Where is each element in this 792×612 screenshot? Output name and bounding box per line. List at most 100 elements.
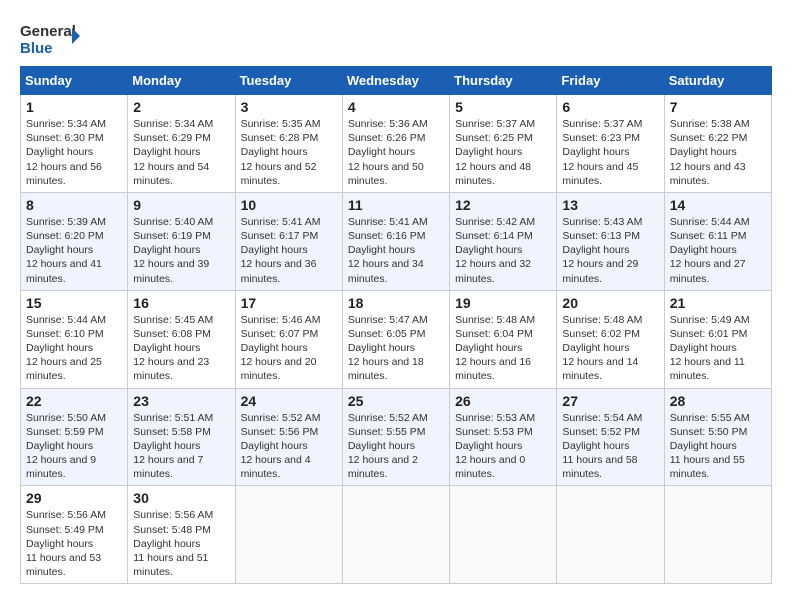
weekday-header-row: SundayMondayTuesdayWednesdayThursdayFrid… <box>21 67 772 95</box>
day-number: 19 <box>455 295 551 311</box>
calendar-cell <box>664 486 771 584</box>
calendar-cell <box>450 486 557 584</box>
weekday-header-sunday: Sunday <box>21 67 128 95</box>
day-number: 4 <box>348 99 444 115</box>
day-detail: Sunrise: 5:41 AMSunset: 6:17 PMDaylight … <box>241 215 337 286</box>
calendar-cell: 11Sunrise: 5:41 AMSunset: 6:16 PMDayligh… <box>342 192 449 290</box>
day-detail: Sunrise: 5:46 AMSunset: 6:07 PMDaylight … <box>241 313 337 384</box>
day-number: 28 <box>670 393 766 409</box>
day-detail: Sunrise: 5:34 AMSunset: 6:29 PMDaylight … <box>133 117 229 188</box>
day-detail: Sunrise: 5:44 AMSunset: 6:10 PMDaylight … <box>26 313 122 384</box>
weekday-header-tuesday: Tuesday <box>235 67 342 95</box>
calendar-cell <box>342 486 449 584</box>
day-detail: Sunrise: 5:48 AMSunset: 6:04 PMDaylight … <box>455 313 551 384</box>
calendar-cell: 9 Sunrise: 5:40 AMSunset: 6:19 PMDaylight… <box>128 192 235 290</box>
day-detail: Sunrise: 5:49 AMSunset: 6:01 PMDaylight … <box>670 313 766 384</box>
calendar-cell: 12 Sunrise: 5:42 AMSunset: 6:14 PMDayligh… <box>450 192 557 290</box>
day-number: 24 <box>241 393 337 409</box>
weekday-header-thursday: Thursday <box>450 67 557 95</box>
calendar-cell: 1Sunrise: 5:34 AMSunset: 6:30 PMDaylight… <box>21 95 128 193</box>
calendar-cell: 26Sunrise: 5:53 AMSunset: 5:53 PMDayligh… <box>450 388 557 486</box>
day-detail: Sunrise: 5:53 AMSunset: 5:53 PMDaylight … <box>455 411 551 482</box>
calendar-table: SundayMondayTuesdayWednesdayThursdayFrid… <box>20 66 772 584</box>
calendar-cell: 17 Sunrise: 5:46 AMSunset: 6:07 PMDayligh… <box>235 290 342 388</box>
day-detail: Sunrise: 5:51 AMSunset: 5:58 PMDaylight … <box>133 411 229 482</box>
day-number: 23 <box>133 393 229 409</box>
calendar-cell: 4 Sunrise: 5:36 AMSunset: 6:26 PMDaylight… <box>342 95 449 193</box>
calendar-cell: 19 Sunrise: 5:48 AMSunset: 6:04 PMDayligh… <box>450 290 557 388</box>
calendar-cell: 3 Sunrise: 5:35 AMSunset: 6:28 PMDaylight… <box>235 95 342 193</box>
calendar-cell: 30 Sunrise: 5:56 AMSunset: 5:48 PMDayligh… <box>128 486 235 584</box>
day-detail: Sunrise: 5:42 AMSunset: 6:14 PMDaylight … <box>455 215 551 286</box>
day-detail: Sunrise: 5:47 AMSunset: 6:05 PMDaylight … <box>348 313 444 384</box>
day-detail: Sunrise: 5:54 AMSunset: 5:52 PMDaylight … <box>562 411 658 482</box>
day-detail: Sunrise: 5:52 AMSunset: 5:55 PMDaylight … <box>348 411 444 482</box>
week-row-2: 8 Sunrise: 5:39 AMSunset: 6:20 PMDaylight… <box>21 192 772 290</box>
day-number: 25 <box>348 393 444 409</box>
day-number: 27 <box>562 393 658 409</box>
day-number: 9 <box>133 197 229 213</box>
calendar-cell: 16 Sunrise: 5:45 AMSunset: 6:08 PMDayligh… <box>128 290 235 388</box>
weekday-header-saturday: Saturday <box>664 67 771 95</box>
calendar-cell: 25 Sunrise: 5:52 AMSunset: 5:55 PMDayligh… <box>342 388 449 486</box>
day-number: 29 <box>26 490 122 506</box>
day-detail: Sunrise: 5:38 AMSunset: 6:22 PMDaylight … <box>670 117 766 188</box>
day-number: 20 <box>562 295 658 311</box>
calendar-cell <box>557 486 664 584</box>
svg-text:General: General <box>20 23 76 40</box>
calendar-cell: 20 Sunrise: 5:48 AMSunset: 6:02 PMDayligh… <box>557 290 664 388</box>
day-detail: Sunrise: 5:50 AMSunset: 5:59 PMDaylight … <box>26 411 122 482</box>
svg-text:Blue: Blue <box>20 40 53 56</box>
day-detail: Sunrise: 5:56 AMSunset: 5:49 PMDaylight … <box>26 508 122 579</box>
calendar-cell: 6 Sunrise: 5:37 AMSunset: 6:23 PMDaylight… <box>557 95 664 193</box>
calendar-cell: 28 Sunrise: 5:55 AMSunset: 5:50 PMDayligh… <box>664 388 771 486</box>
day-number: 3 <box>241 99 337 115</box>
calendar-cell: 23 Sunrise: 5:51 AMSunset: 5:58 PMDayligh… <box>128 388 235 486</box>
day-number: 13 <box>562 197 658 213</box>
day-number: 10 <box>241 197 337 213</box>
day-detail: Sunrise: 5:52 AMSunset: 5:56 PMDaylight … <box>241 411 337 482</box>
day-detail: Sunrise: 5:41 AMSunset: 6:16 PMDaylight … <box>348 215 444 286</box>
day-number: 2 <box>133 99 229 115</box>
day-detail: Sunrise: 5:56 AMSunset: 5:48 PMDaylight … <box>133 508 229 579</box>
day-number: 22 <box>26 393 122 409</box>
logo-svg: General Blue <box>20 20 80 56</box>
calendar-cell <box>235 486 342 584</box>
day-detail: Sunrise: 5:55 AMSunset: 5:50 PMDaylight … <box>670 411 766 482</box>
day-number: 21 <box>670 295 766 311</box>
day-number: 17 <box>241 295 337 311</box>
day-number: 1 <box>26 99 122 115</box>
day-number: 18 <box>348 295 444 311</box>
calendar-cell: 14 Sunrise: 5:44 AMSunset: 6:11 PMDayligh… <box>664 192 771 290</box>
day-detail: Sunrise: 5:44 AMSunset: 6:11 PMDaylight … <box>670 215 766 286</box>
day-detail: Sunrise: 5:48 AMSunset: 6:02 PMDaylight … <box>562 313 658 384</box>
weekday-header-friday: Friday <box>557 67 664 95</box>
calendar-cell: 5Sunrise: 5:37 AMSunset: 6:25 PMDaylight… <box>450 95 557 193</box>
day-detail: Sunrise: 5:39 AMSunset: 6:20 PMDaylight … <box>26 215 122 286</box>
day-detail: Sunrise: 5:37 AMSunset: 6:23 PMDaylight … <box>562 117 658 188</box>
calendar-cell: 24 Sunrise: 5:52 AMSunset: 5:56 PMDayligh… <box>235 388 342 486</box>
day-detail: Sunrise: 5:45 AMSunset: 6:08 PMDaylight … <box>133 313 229 384</box>
calendar-cell: 13Sunrise: 5:43 AMSunset: 6:13 PMDayligh… <box>557 192 664 290</box>
week-row-5: 29 Sunrise: 5:56 AMSunset: 5:49 PMDayligh… <box>21 486 772 584</box>
week-row-1: 1Sunrise: 5:34 AMSunset: 6:30 PMDaylight… <box>21 95 772 193</box>
calendar-cell: 21 Sunrise: 5:49 AMSunset: 6:01 PMDayligh… <box>664 290 771 388</box>
day-number: 16 <box>133 295 229 311</box>
day-detail: Sunrise: 5:40 AMSunset: 6:19 PMDaylight … <box>133 215 229 286</box>
day-detail: Sunrise: 5:36 AMSunset: 6:26 PMDaylight … <box>348 117 444 188</box>
page-header: General Blue <box>20 20 772 56</box>
day-number: 12 <box>455 197 551 213</box>
weekday-header-wednesday: Wednesday <box>342 67 449 95</box>
day-number: 5 <box>455 99 551 115</box>
calendar-cell: 15Sunrise: 5:44 AMSunset: 6:10 PMDayligh… <box>21 290 128 388</box>
day-detail: Sunrise: 5:35 AMSunset: 6:28 PMDaylight … <box>241 117 337 188</box>
calendar-cell: 8 Sunrise: 5:39 AMSunset: 6:20 PMDaylight… <box>21 192 128 290</box>
day-number: 6 <box>562 99 658 115</box>
calendar-cell: 7Sunrise: 5:38 AMSunset: 6:22 PMDaylight… <box>664 95 771 193</box>
day-number: 8 <box>26 197 122 213</box>
calendar-cell: 22 Sunrise: 5:50 AMSunset: 5:59 PMDayligh… <box>21 388 128 486</box>
week-row-4: 22 Sunrise: 5:50 AMSunset: 5:59 PMDayligh… <box>21 388 772 486</box>
day-number: 14 <box>670 197 766 213</box>
calendar-cell: 29 Sunrise: 5:56 AMSunset: 5:49 PMDayligh… <box>21 486 128 584</box>
day-number: 30 <box>133 490 229 506</box>
